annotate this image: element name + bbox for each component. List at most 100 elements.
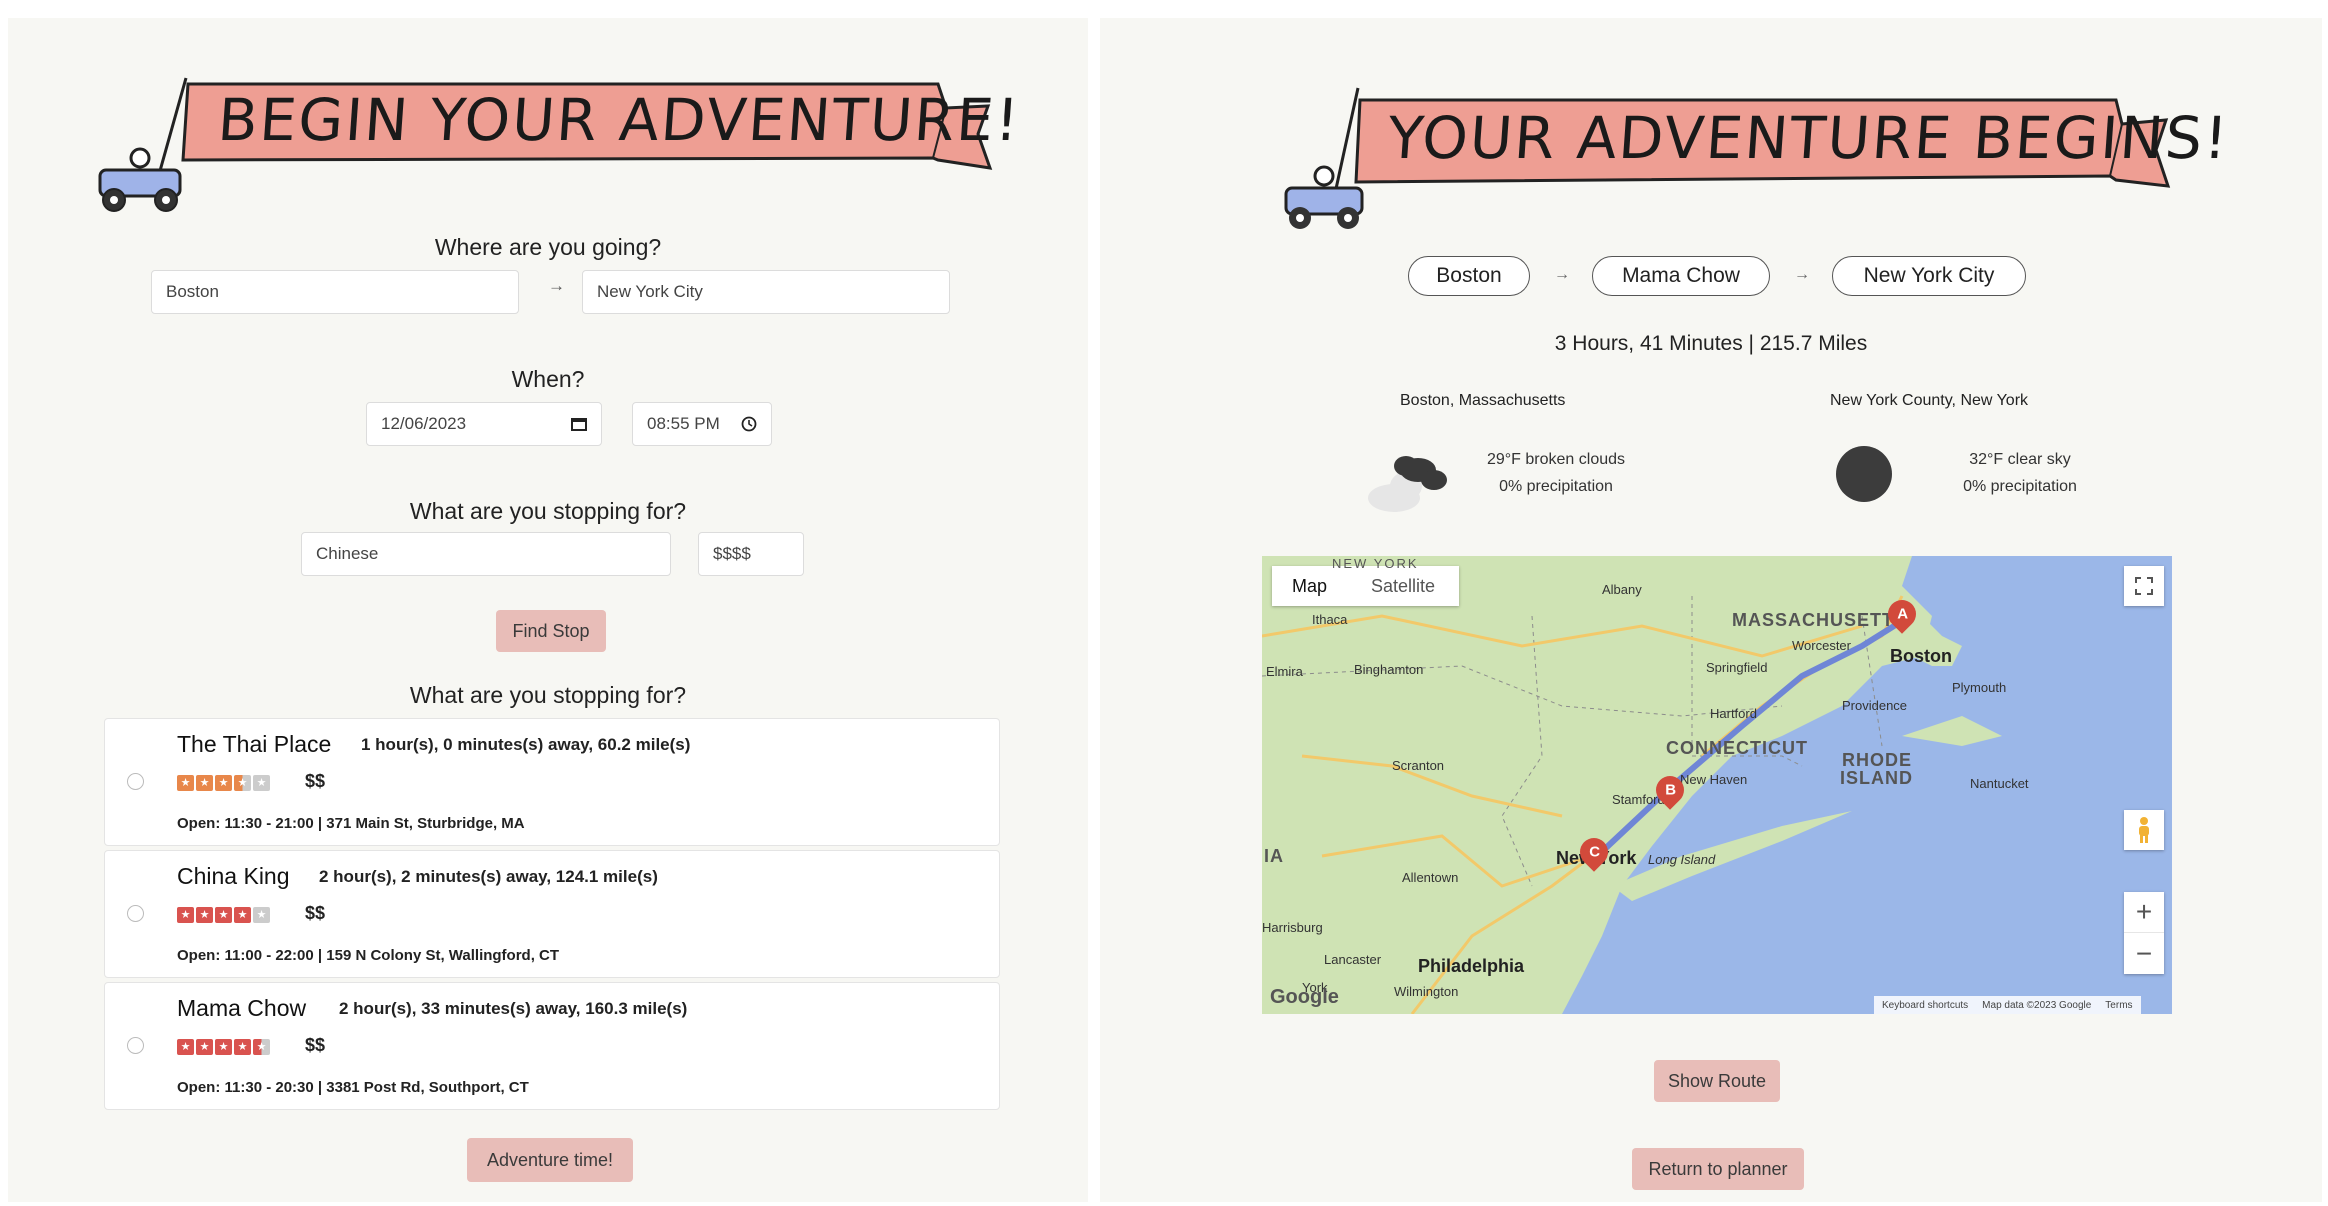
trip-banner: YOUR ADVENTURE BEGINS! bbox=[1276, 58, 2256, 238]
map-label-scranton: Scranton bbox=[1392, 758, 1445, 773]
broken-clouds-icon bbox=[1368, 456, 1447, 512]
terms-link[interactable]: Terms bbox=[2105, 1000, 2132, 1011]
result-name: The Thai Place bbox=[177, 731, 332, 757]
route-arrow: → bbox=[548, 276, 565, 295]
map-label-springfield: Springfield bbox=[1706, 660, 1768, 675]
find-stop-button[interactable]: Find Stop bbox=[496, 610, 606, 652]
trip-panel: YOUR ADVENTURE BEGINS! Boston → Mama Cho… bbox=[1100, 18, 2322, 1202]
map-label-allentown: Allentown bbox=[1402, 870, 1459, 885]
results-heading: What are you stopping for? bbox=[409, 682, 687, 708]
map-label-boston: Boston bbox=[1890, 646, 1952, 666]
result-name: China King bbox=[177, 863, 290, 889]
result-card-the-thai-place[interactable]: The Thai Place 1 hour(s), 0 minutes(s) a… bbox=[104, 718, 1000, 846]
food-type-input[interactable]: Chinese bbox=[301, 532, 671, 576]
result-radio[interactable] bbox=[127, 773, 144, 790]
star-icon: ★ bbox=[196, 1039, 213, 1055]
show-route-button[interactable]: Show Route bbox=[1654, 1060, 1780, 1102]
planner-banner: BEGIN YOUR ADVENTURE! bbox=[88, 48, 1023, 218]
time-value: 08:55 PM bbox=[647, 414, 720, 433]
star-icon: ★ bbox=[196, 907, 213, 923]
route-map[interactable]: Map Satellite + − NEW YORK Albany Ithaca… bbox=[1262, 556, 2172, 1014]
map-label-massachusetts: MASSACHUSETTS bbox=[1732, 610, 1908, 630]
zoom-in-button[interactable]: + bbox=[2124, 892, 2164, 933]
google-logo: Google bbox=[1270, 986, 1339, 1008]
result-radio[interactable] bbox=[127, 905, 144, 922]
result-hours-address: Open: 11:30 - 21:00 | 371 Main St, Sturb… bbox=[177, 815, 525, 832]
where-heading: Where are you going? bbox=[434, 234, 662, 260]
star-icon: ★ bbox=[177, 1039, 194, 1055]
date-input[interactable]: 12/06/2023 bbox=[366, 402, 602, 446]
return-to-planner-button[interactable]: Return to planner bbox=[1632, 1148, 1804, 1190]
star-icon: ★ bbox=[234, 1039, 251, 1055]
result-price: $$ bbox=[305, 903, 326, 923]
map-label-connecticut: CONNECTICUT bbox=[1666, 738, 1808, 758]
zoom-control: + − bbox=[2124, 892, 2164, 974]
fullscreen-button[interactable] bbox=[2124, 566, 2164, 606]
calendar-icon[interactable] bbox=[571, 417, 587, 431]
map-label-hartford: Hartford bbox=[1710, 706, 1757, 721]
empty-star-icon: ★ bbox=[253, 907, 270, 923]
map-label-new-york-state: NEW YORK bbox=[1332, 556, 1419, 571]
result-card-mama-chow[interactable]: Mama Chow 2 hour(s), 33 minutes(s) away,… bbox=[104, 982, 1000, 1110]
empty-star-icon: ★ bbox=[253, 775, 270, 791]
weather-conditions-origin: 29°F broken clouds 0% precipitation bbox=[1446, 446, 1666, 500]
destination-input[interactable]: New York City bbox=[582, 270, 950, 314]
result-price: $$ bbox=[305, 1035, 326, 1055]
satellite-tab[interactable]: Satellite bbox=[1347, 566, 1459, 606]
weather-precip: 0% precipitation bbox=[1963, 478, 2077, 495]
pegman-icon bbox=[2139, 817, 2149, 843]
weather-conditions-destination: 32°F clear sky 0% precipitation bbox=[1930, 446, 2110, 500]
weather-precip: 0% precipitation bbox=[1499, 478, 1613, 495]
map-label-ithaca: Ithaca bbox=[1312, 612, 1348, 627]
weather-location-destination: New York County, New York bbox=[1830, 392, 2029, 409]
map-label-providence: Providence bbox=[1842, 698, 1908, 713]
trip-summary: 3 Hours, 41 Minutes | 215.7 Miles bbox=[1554, 332, 1868, 355]
keyboard-shortcuts-link[interactable]: Keyboard shortcuts bbox=[1882, 1000, 1968, 1011]
zoom-out-button[interactable]: − bbox=[2124, 933, 2164, 974]
star-icon: ★ bbox=[177, 775, 194, 791]
result-radio[interactable] bbox=[127, 1037, 144, 1054]
stopping-heading: What are you stopping for? bbox=[409, 498, 687, 524]
when-heading: When? bbox=[511, 366, 585, 392]
map-label-nantucket: Nantucket bbox=[1970, 776, 2029, 791]
planner-panel: BEGIN YOUR ADVENTURE! Where are you goin… bbox=[8, 18, 1088, 1202]
result-price: $$ bbox=[305, 771, 326, 791]
map-label-plymouth: Plymouth bbox=[1952, 680, 2007, 695]
star-icon: ★ bbox=[215, 1039, 232, 1055]
banner-title: YOUR ADVENTURE BEGINS! bbox=[1385, 104, 2232, 172]
stop-arrow: → bbox=[1794, 266, 1810, 283]
map-label-albany: Albany bbox=[1602, 582, 1642, 597]
result-detail: 2 hour(s), 33 minutes(s) away, 160.3 mil… bbox=[339, 999, 688, 1018]
map-label-pa-edge: IA bbox=[1264, 846, 1284, 866]
origin-input[interactable]: Boston bbox=[151, 270, 519, 314]
street-view-button[interactable] bbox=[2124, 810, 2164, 850]
rating-stars: ★ ★ ★ ★ ★ bbox=[177, 907, 270, 923]
rating-stars: ★ ★ ★ ★ ★ bbox=[177, 775, 270, 791]
star-icon: ★ bbox=[234, 907, 251, 923]
map-label-long-island: Long Island bbox=[1648, 852, 1716, 867]
fullscreen-icon bbox=[2135, 577, 2153, 595]
adventure-time-button[interactable]: Adventure time! bbox=[467, 1138, 633, 1182]
date-value: 12/06/2023 bbox=[381, 414, 467, 433]
stop-pill-destination: New York City bbox=[1832, 256, 2026, 296]
map-label-binghamton: Binghamton bbox=[1354, 662, 1424, 677]
result-detail: 1 hour(s), 0 minutes(s) away, 60.2 mile(… bbox=[361, 735, 691, 754]
map-footer: Keyboard shortcuts Map data ©2023 Google… bbox=[1874, 996, 2141, 1014]
result-card-china-king[interactable]: China King 2 hour(s), 2 minutes(s) away,… bbox=[104, 850, 1000, 978]
map-type-control: Map Satellite bbox=[1272, 566, 1460, 606]
price-input[interactable]: $$$$ bbox=[698, 532, 804, 576]
result-detail: 2 hour(s), 2 minutes(s) away, 124.1 mile… bbox=[319, 867, 658, 886]
map-tab[interactable]: Map bbox=[1272, 566, 1347, 606]
map-label-lancaster: Lancaster bbox=[1324, 952, 1382, 967]
clock-icon[interactable] bbox=[741, 416, 757, 432]
map-data-attribution: Map data ©2023 Google bbox=[1982, 999, 2092, 1011]
map-label-worcester: Worcester bbox=[1792, 638, 1851, 653]
banner-title: BEGIN YOUR ADVENTURE! bbox=[215, 86, 1023, 154]
time-input[interactable]: 08:55 PM bbox=[632, 402, 772, 446]
jeep-icon bbox=[98, 147, 182, 212]
stop-pill-origin: Boston bbox=[1408, 256, 1530, 296]
star-icon: ★ bbox=[215, 907, 232, 923]
weather-temp: 32°F clear sky bbox=[1969, 451, 2071, 468]
map-label-harrisburg: Harrisburg bbox=[1262, 920, 1323, 935]
weather-location-origin: Boston, Massachusetts bbox=[1400, 392, 1566, 409]
